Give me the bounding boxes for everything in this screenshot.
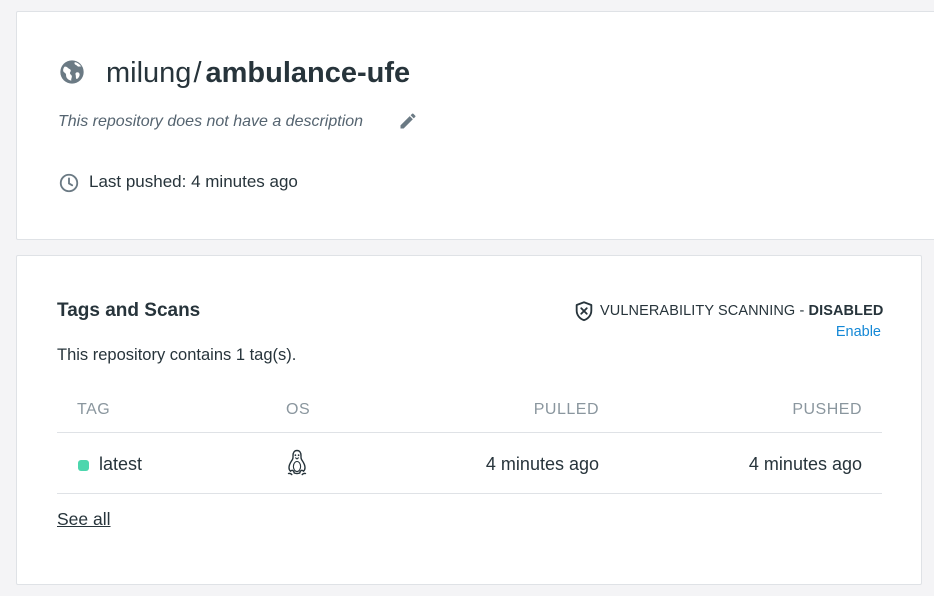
- tag-pulled-time: 4 minutes ago: [485, 454, 599, 474]
- section-title: Tags and Scans: [57, 300, 201, 321]
- column-header-pulled: PULLED: [533, 401, 599, 418]
- repository-header-card: milung/ambulance-ufe This repository doe…: [16, 11, 934, 240]
- column-header-pushed: PUSHED: [792, 401, 862, 418]
- tag-pushed-time: 4 minutes ago: [748, 454, 862, 474]
- vulnerability-scanning-status: VULNERABILITY SCANNING - DISABLED: [600, 303, 883, 319]
- repository-title: milung/ambulance-ufe: [106, 55, 410, 91]
- repository-namespace: milung: [106, 57, 192, 89]
- tag-status-indicator: [78, 460, 89, 471]
- title-separator: /: [193, 57, 202, 89]
- last-pushed-text: Last pushed: 4 minutes ago: [89, 172, 298, 191]
- linux-icon: [287, 449, 307, 476]
- table-divider: [57, 432, 882, 433]
- tag-count-summary: This repository contains 1 tag(s).: [57, 346, 297, 364]
- column-header-tag: TAG: [77, 401, 111, 418]
- globe-icon: [60, 60, 84, 84]
- shield-x-icon: [575, 301, 593, 322]
- enable-scanning-link[interactable]: Enable: [836, 324, 881, 340]
- table-divider: [57, 493, 882, 494]
- clock-icon: [59, 173, 79, 193]
- vulnerability-scanning-label: VULNERABILITY SCANNING -: [600, 303, 809, 319]
- repository-description: This repository does not have a descript…: [58, 113, 364, 130]
- pencil-icon[interactable]: [398, 111, 418, 131]
- see-all-link[interactable]: See all: [57, 509, 111, 530]
- tag-name-link[interactable]: latest: [99, 454, 142, 475]
- column-header-os: OS: [286, 401, 311, 418]
- tags-and-scans-card: Tags and Scans VULNERABILITY SCANNING - …: [16, 255, 922, 585]
- vulnerability-scanning-state: DISABLED: [808, 303, 884, 319]
- repository-name: ambulance-ufe: [205, 57, 411, 89]
